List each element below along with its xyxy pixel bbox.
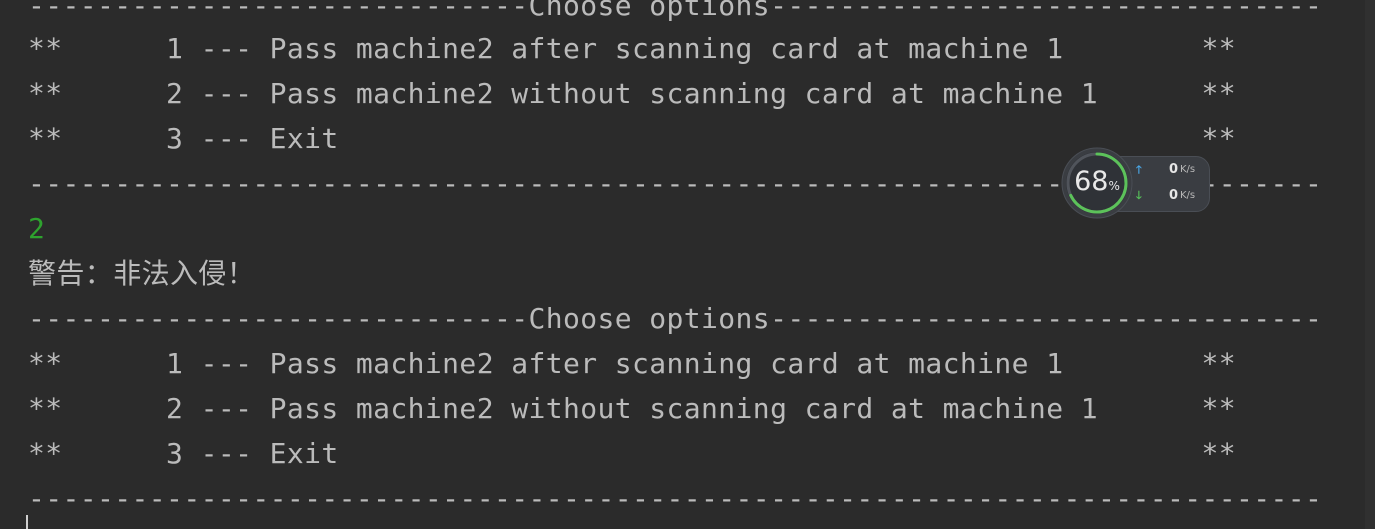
- warning-message: 警告：非法入侵！: [28, 257, 256, 290]
- arrow-down-icon: 🡓: [1136, 189, 1142, 202]
- user-input-line: 2: [28, 212, 46, 245]
- menu-footer-line: ----------------------------------------…: [28, 482, 1323, 515]
- download-speed: 🡓 0 K/s: [1132, 186, 1208, 208]
- download-speed-value: 0: [1168, 188, 1178, 203]
- menu-option-3: ** 3 --- Exit **: [28, 437, 1237, 470]
- menu-option-1: ** 1 --- Pass machine2 after scanning ca…: [28, 32, 1237, 65]
- usage-percent: 68%: [1060, 166, 1134, 197]
- console-output[interactable]: -----------------------------Choose opti…: [0, 0, 1375, 529]
- menu-header-line: -----------------------------Choose opti…: [28, 0, 1323, 22]
- upload-speed-unit: K/s: [1180, 164, 1196, 175]
- scrollbar-track[interactable]: [1365, 0, 1375, 529]
- menu-option-1: ** 1 --- Pass machine2 after scanning ca…: [28, 347, 1237, 380]
- menu-option-2: ** 2 --- Pass machine2 without scanning …: [28, 77, 1237, 110]
- usage-percent-sign: %: [1108, 179, 1120, 193]
- usage-percent-value: 68: [1074, 166, 1109, 197]
- menu-option-2: ** 2 --- Pass machine2 without scanning …: [28, 392, 1237, 425]
- text-cursor: [26, 515, 28, 529]
- upload-speed-value: 0: [1168, 162, 1178, 177]
- arrow-up-icon: 🡑: [1136, 163, 1142, 176]
- menu-header-line: -----------------------------Choose opti…: [28, 302, 1323, 335]
- system-monitor-widget[interactable]: 🡑 0 K/s 🡓 0 K/s 68%: [1060, 146, 1212, 220]
- upload-speed: 🡑 0 K/s: [1132, 160, 1208, 182]
- download-speed-unit: K/s: [1180, 190, 1196, 201]
- menu-option-3: ** 3 --- Exit **: [28, 122, 1237, 155]
